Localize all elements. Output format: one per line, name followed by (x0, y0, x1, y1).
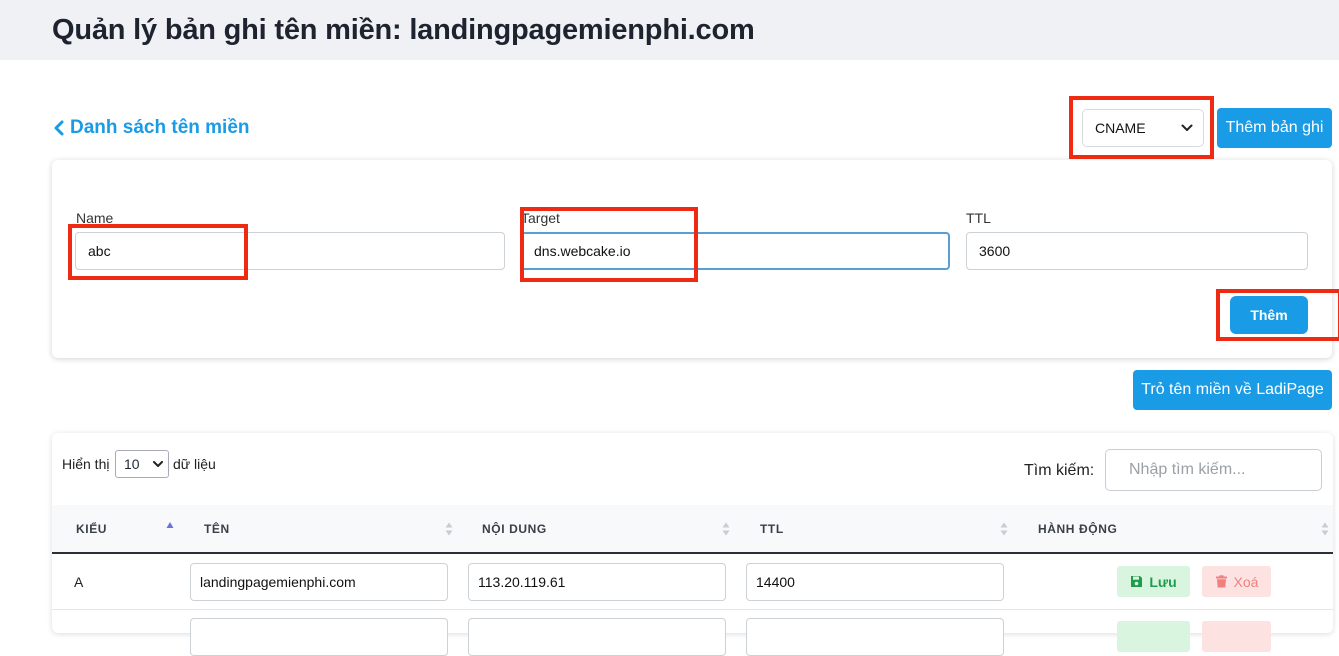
submit-add-button[interactable]: Thêm (1230, 296, 1308, 334)
target-field-label: Target (521, 210, 560, 226)
trash-icon (1215, 575, 1227, 588)
delete-button-label: Xoá (1233, 573, 1259, 590)
row-ttl-value: 14400 (756, 574, 795, 590)
record-type-select[interactable]: CNAME (1082, 109, 1204, 147)
page-title: Quản lý bản ghi tên miền: landingpagemie… (52, 14, 755, 46)
name-field-label: Name (76, 210, 114, 226)
ttl-field-label: TTL (966, 210, 991, 226)
column-header-type[interactable]: KIỂU (76, 522, 107, 536)
sort-icon (445, 522, 453, 536)
row-content-value: 113.20.119.61 (478, 574, 566, 590)
delete-button[interactable] (1202, 621, 1271, 652)
row-content-input[interactable]: 113.20.119.61 (468, 563, 726, 601)
row-name-input[interactable] (190, 618, 448, 656)
row-type: A (74, 574, 84, 590)
back-to-domain-list-link[interactable]: Danh sách tên miền (52, 117, 250, 139)
floppy-disk-icon (1131, 576, 1143, 587)
sort-ascending-icon (166, 522, 174, 528)
row-ttl-input[interactable] (746, 618, 1004, 656)
name-input[interactable]: abc (75, 232, 505, 270)
header-bar: Quản lý bản ghi tên miền: landingpagemie… (0, 0, 1339, 60)
point-domain-to-ladipage-button[interactable]: Trỏ tên miền về LadiPage (1133, 370, 1332, 410)
column-header-actions[interactable]: HÀNH ĐỘNG (1038, 522, 1117, 536)
record-type-value: CNAME (1095, 120, 1146, 136)
search-label: Tìm kiếm: (1024, 462, 1095, 479)
page-size-select[interactable]: 10 (115, 450, 169, 478)
search-placeholder: Nhập tìm kiếm... (1129, 461, 1246, 478)
ttl-input[interactable]: 3600 (966, 232, 1308, 270)
row-divider (52, 609, 1333, 610)
save-button[interactable] (1117, 621, 1190, 652)
column-header-content[interactable]: NỘI DUNG (482, 522, 547, 536)
delete-button[interactable]: Xoá (1202, 566, 1271, 597)
save-button[interactable]: Lưu (1117, 566, 1190, 597)
name-input-value: abc (88, 243, 111, 259)
sort-icon (722, 522, 730, 536)
page-size-label: Hiển thị (62, 456, 110, 472)
back-link-label: Danh sách tên miền (70, 117, 250, 138)
table-header (52, 505, 1333, 554)
add-record-button[interactable]: Thêm bản ghi (1217, 108, 1332, 148)
row-ttl-input[interactable]: 14400 (746, 563, 1004, 601)
row-content-input[interactable] (468, 618, 726, 656)
chevron-down-icon (1181, 124, 1193, 131)
target-input[interactable]: dns.webcake.io (521, 232, 950, 270)
sort-icon (1321, 522, 1329, 536)
column-header-name[interactable]: TÊN (204, 522, 230, 536)
ttl-input-value: 3600 (979, 243, 1011, 259)
chevron-left-icon (54, 120, 64, 136)
target-input-value: dns.webcake.io (534, 243, 631, 259)
save-button-label: Lưu (1149, 573, 1177, 590)
column-header-ttl[interactable]: TTL (760, 522, 784, 536)
search-input[interactable]: Nhập tìm kiếm... (1105, 449, 1322, 491)
chevron-down-icon (153, 460, 163, 467)
page-size-suffix: dữ liệu (173, 456, 216, 472)
page-size-value: 10 (124, 456, 140, 472)
row-name-input[interactable]: landingpagemienphi.com (190, 563, 448, 601)
sort-icon (1000, 522, 1008, 536)
row-name-value: landingpagemienphi.com (200, 574, 356, 590)
